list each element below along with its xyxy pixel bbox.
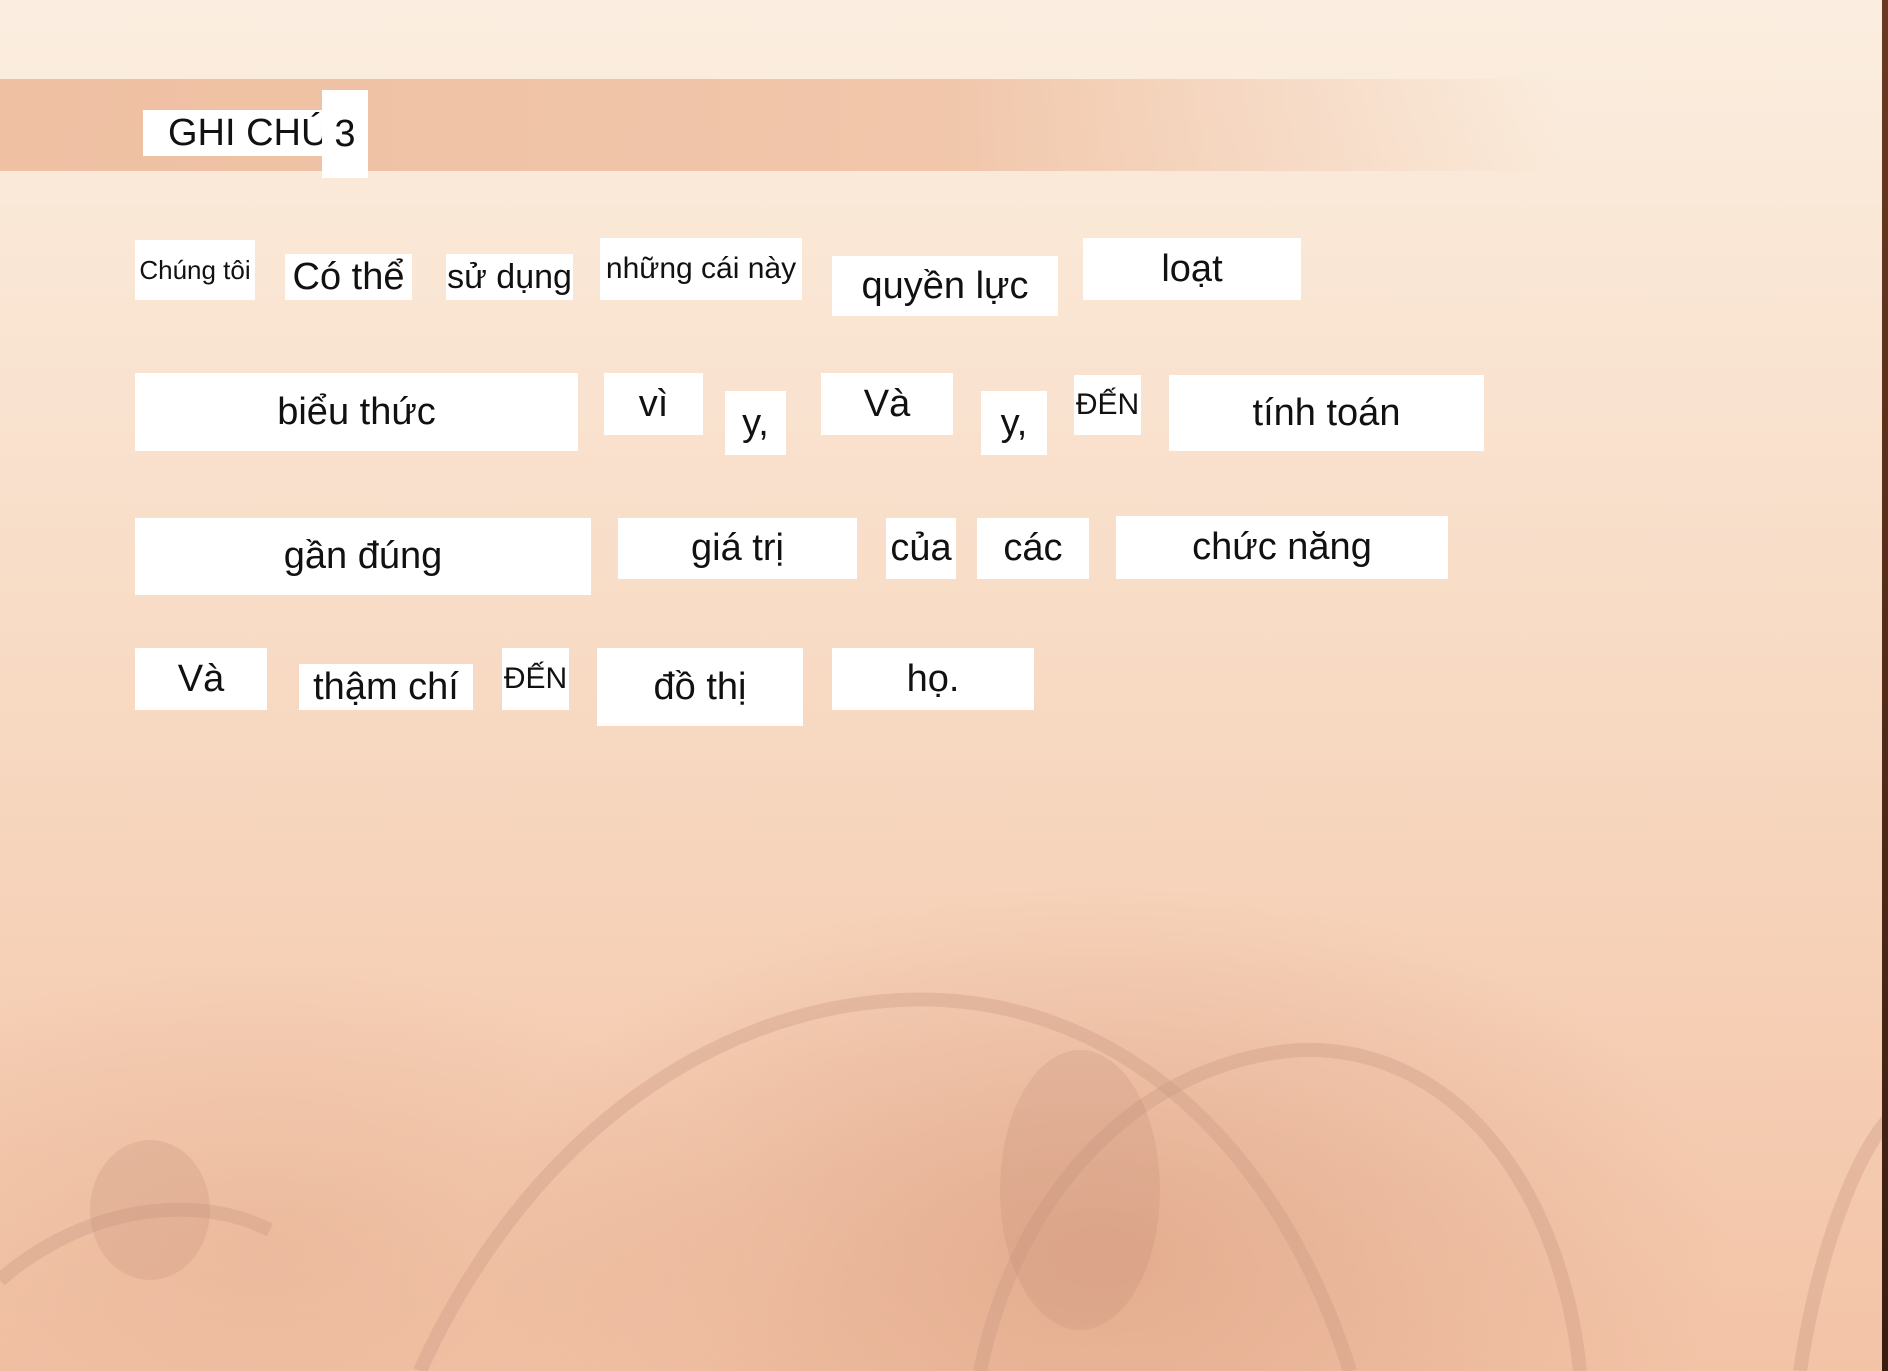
slide-title-number: 3 [322, 90, 368, 178]
window-edge [1882, 0, 1888, 1371]
word-box: sử dụng [446, 254, 573, 300]
word-box: y, [725, 391, 786, 455]
word-box: đồ thị [597, 648, 803, 726]
word-box: họ. [832, 648, 1034, 710]
word-box: Có thể [285, 254, 412, 300]
word-box: Và [135, 648, 267, 710]
word-box: thậm chí [299, 664, 473, 710]
word-box: quyền lực [832, 256, 1058, 316]
word-box: Chúng tôi [135, 240, 255, 300]
word-box: tính toán [1169, 375, 1484, 451]
word-box: gần đúng [135, 518, 591, 595]
slide-title: GHI CHÚ [143, 110, 343, 156]
slide-title-text: GHI CHÚ [168, 111, 329, 154]
word-box: biểu thức [135, 373, 578, 451]
word-box: của [886, 518, 956, 579]
word-box: Và [821, 373, 953, 435]
word-box: các [977, 518, 1089, 579]
word-box: y, [981, 391, 1047, 455]
word-box: những cái này [600, 238, 802, 300]
word-box: ĐẾN [1074, 375, 1141, 435]
word-box: loạt [1083, 238, 1301, 300]
word-box: giá trị [618, 518, 857, 579]
word-box: ĐẾN [502, 648, 569, 710]
word-box: vì [604, 373, 703, 435]
word-box: chức năng [1116, 516, 1448, 579]
